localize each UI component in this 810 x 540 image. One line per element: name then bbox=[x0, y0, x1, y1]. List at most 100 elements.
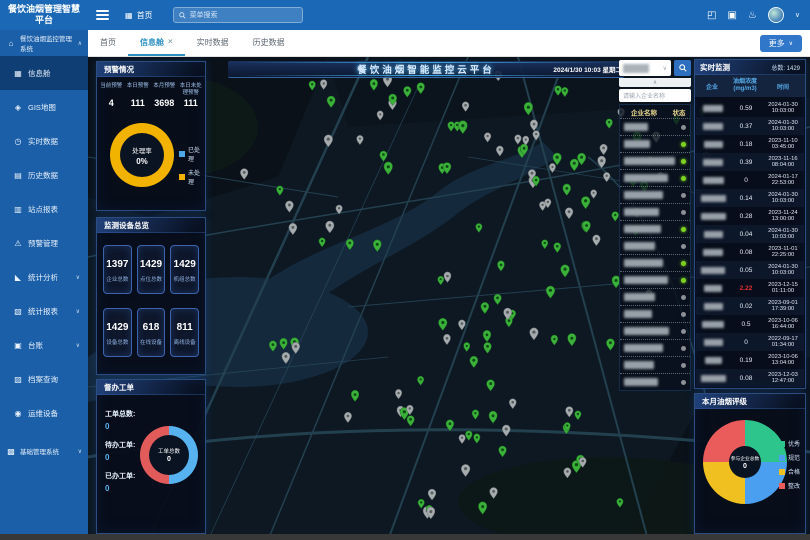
company-row[interactable] bbox=[620, 203, 690, 220]
blurred-company-name bbox=[624, 276, 668, 284]
sidebar-item-archive-query[interactable]: ▨档案查询 bbox=[0, 362, 88, 396]
company-row[interactable] bbox=[620, 288, 690, 305]
sidebar-item-stat-report[interactable]: ▧统计报表∨ bbox=[0, 294, 88, 328]
company-row[interactable] bbox=[620, 373, 690, 390]
company-search-button[interactable] bbox=[674, 60, 691, 76]
realtime-row[interactable]: 02024-01-17 22:53:00 bbox=[696, 171, 804, 189]
company-row[interactable] bbox=[620, 220, 690, 237]
tab-home[interactable]: 首页 bbox=[88, 30, 128, 56]
realtime-row[interactable]: 0.372024-01-30 10:03:00 bbox=[696, 117, 804, 135]
device-panel-title: 监测设备总览 bbox=[97, 218, 205, 233]
sidebar-item-gis-map[interactable]: ◈GIS地图 bbox=[0, 90, 88, 124]
message-icon[interactable]: ♨ bbox=[748, 10, 757, 21]
chevron-down-icon[interactable]: ∨ bbox=[795, 11, 800, 19]
blurred-company-name bbox=[704, 231, 723, 238]
sidebar-item-history-data[interactable]: ▤历史数据 bbox=[0, 158, 88, 192]
legend-label: 合格 bbox=[788, 467, 800, 476]
status-dot-online bbox=[681, 142, 686, 147]
sidebar-item-ops-device[interactable]: ◉运维设备 bbox=[0, 396, 88, 430]
realtime-row[interactable]: 0.082023-11-01 22:25:00 bbox=[696, 243, 804, 261]
sidebar-group-label: 餐饮油烟监控管理系统 bbox=[20, 33, 74, 53]
alarm-stat-label: 本日预警 bbox=[125, 83, 152, 97]
company-row[interactable] bbox=[620, 322, 690, 339]
tab-bar: 首页信息舱×实时数据历史数据 更多 ∨ bbox=[88, 30, 810, 57]
legend-swatch bbox=[179, 151, 185, 157]
company-row[interactable] bbox=[620, 237, 690, 254]
company-row[interactable] bbox=[620, 356, 690, 373]
alarm-stat: 本日预警111 bbox=[125, 83, 152, 108]
concentration-value: 0.37 bbox=[730, 123, 762, 130]
company-row[interactable] bbox=[620, 152, 690, 169]
company-row[interactable] bbox=[620, 186, 690, 203]
blurred-company-name bbox=[703, 249, 723, 256]
realtime-row[interactable]: 0.142024-01-30 10:03:00 bbox=[696, 189, 804, 207]
company-row[interactable] bbox=[620, 135, 690, 152]
blurred-company-cell bbox=[696, 159, 730, 166]
realtime-row[interactable]: 0.182023-11-10 03:45:00 bbox=[696, 135, 804, 153]
blurred-company-cell bbox=[696, 141, 730, 148]
more-button[interactable]: 更多 ∨ bbox=[760, 35, 802, 52]
sidebar-item-site-report[interactable]: ▥站点报表 bbox=[0, 192, 88, 226]
company-row[interactable] bbox=[620, 339, 690, 356]
realtime-row[interactable]: 0.052024-01-30 10:03:00 bbox=[696, 261, 804, 279]
rating-donut-label: 参与企业总数 bbox=[731, 455, 760, 462]
device-stat-value: 1429 bbox=[104, 322, 131, 333]
device-stat-box: 811 离线设备 bbox=[170, 308, 199, 357]
top-bar: 餐饮油烟管理智慧平台 ▦ 首页 菜单搜索 ◰▣♨ ∨ bbox=[0, 0, 810, 30]
concentration-value: 0 bbox=[730, 339, 762, 346]
company-row[interactable] bbox=[620, 305, 690, 322]
layout-icon[interactable]: ▣ bbox=[727, 10, 736, 21]
company-row[interactable] bbox=[620, 169, 690, 186]
alarm-panel-title: 预警情况 bbox=[97, 62, 205, 77]
realtime-panel-title: 实时监测 bbox=[700, 62, 730, 73]
realtime-row[interactable]: 2.222023-12-15 01:11:00 bbox=[696, 279, 804, 297]
realtime-row[interactable]: 0.042024-01-30 10:03:00 bbox=[696, 225, 804, 243]
collapse-toggle[interactable]: ∧ bbox=[619, 78, 691, 87]
device-stat-label: 离线设备 bbox=[171, 338, 198, 346]
company-input-placeholder: 请输入企业名称 bbox=[623, 91, 665, 100]
alarm-donut-chart: 处理率 0% bbox=[110, 123, 174, 187]
tab-realtime-data[interactable]: 实时数据 bbox=[185, 30, 241, 56]
tab-history-data[interactable]: 历史数据 bbox=[241, 30, 297, 56]
device-stat-label: 机组总数 bbox=[171, 275, 198, 283]
theme-icon[interactable]: ◰ bbox=[707, 10, 716, 21]
realtime-row[interactable]: 0.082023-12-03 12:47:00 bbox=[696, 369, 804, 387]
status-dot-online bbox=[681, 176, 686, 181]
alarm-stats: 当前预警4本日预警111本月预警3698本日未处理预警111 bbox=[97, 77, 205, 110]
blurred-company-cell bbox=[696, 213, 730, 220]
realtime-row[interactable]: 0.022023-09-01 17:39:00 bbox=[696, 297, 804, 315]
realtime-row[interactable]: 02022-09-17 01:34:00 bbox=[696, 333, 804, 351]
company-row[interactable] bbox=[620, 254, 690, 271]
search-icon bbox=[179, 12, 186, 19]
device-stat-label: 企业总数 bbox=[104, 275, 131, 283]
user-avatar[interactable] bbox=[768, 7, 784, 23]
sidebar-group-restaurant-system[interactable]: ⌂ 餐饮油烟监控管理系统 ∧ bbox=[0, 30, 88, 56]
breadcrumb[interactable]: ▦ 首页 bbox=[125, 10, 153, 21]
company-select[interactable]: ∨ bbox=[619, 60, 671, 76]
sidebar-item-realtime-data[interactable]: ◷实时数据 bbox=[0, 124, 88, 158]
company-row[interactable] bbox=[620, 118, 690, 135]
realtime-row[interactable]: 0.392023-11-16 08:04:00 bbox=[696, 153, 804, 171]
sidebar-group-base-system[interactable]: ▩ 基础管理系统 ∨ bbox=[0, 438, 88, 464]
map-title: 餐饮油烟智能监控云平台 bbox=[357, 62, 495, 76]
realtime-row[interactable]: 0.192023-10-06 13:04:00 bbox=[696, 351, 804, 369]
sidebar-item-alarm-mgmt[interactable]: ⚠预警管理 bbox=[0, 226, 88, 260]
hamburger-menu-icon[interactable] bbox=[96, 10, 109, 20]
realtime-row[interactable]: 0.592024-01-30 10:03:00 bbox=[696, 99, 804, 117]
realtime-row[interactable]: 0.282023-11-24 13:00:00 bbox=[696, 207, 804, 225]
workorder-value: 0 bbox=[105, 453, 135, 462]
sidebar-item-info-cabin[interactable]: ▦信息舱 bbox=[0, 56, 88, 90]
tab-info-cabin[interactable]: 信息舱× bbox=[128, 30, 185, 56]
timestamp: 2023-09-01 17:39:00 bbox=[762, 300, 804, 312]
realtime-row[interactable]: 0.52023-10-06 16:44:00 bbox=[696, 315, 804, 333]
device-stat-value: 811 bbox=[171, 322, 198, 333]
blurred-company-name bbox=[624, 191, 663, 199]
legend-item: 整改 bbox=[779, 481, 800, 490]
sidebar-item-ledger[interactable]: ▣台账∨ bbox=[0, 328, 88, 362]
alarm-donut-value: 0% bbox=[132, 157, 152, 166]
close-icon[interactable]: × bbox=[168, 38, 173, 46]
menu-search-input[interactable]: 菜单搜索 bbox=[173, 7, 303, 23]
company-row[interactable] bbox=[620, 271, 690, 288]
sidebar-item-stat-analysis[interactable]: ◣统计分析∨ bbox=[0, 260, 88, 294]
company-name-input[interactable]: 请输入企业名称 bbox=[619, 89, 691, 102]
